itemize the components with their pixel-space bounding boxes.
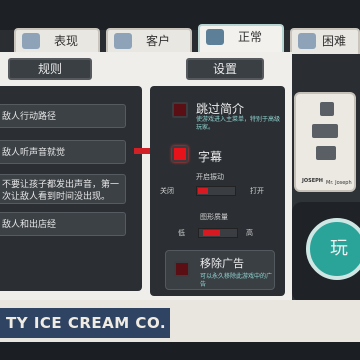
- tab-label: 客户: [145, 34, 170, 48]
- remove-ads-button[interactable]: 移除广告 可以永久移除此游戏中的广告: [165, 250, 275, 290]
- crate-icon: [312, 124, 338, 138]
- graphics-slider-fill: [203, 230, 220, 236]
- graphics-quality-label: 图形质量: [200, 213, 228, 221]
- settings-header-button[interactable]: 设置: [186, 58, 264, 80]
- tab-performance[interactable]: 表现: [14, 28, 100, 54]
- skip-intro-description: 使游戏进入主菜单，特别于高级玩家。: [196, 116, 281, 131]
- character-subtitle: Mr. Joseph: [326, 180, 352, 186]
- ice-cream-icon: [22, 33, 40, 49]
- skip-intro-label: 跳过简介: [196, 102, 245, 116]
- tab-label: 正常: [237, 30, 262, 44]
- rule-item: 敌人行动路径: [0, 104, 126, 128]
- cone-icon: [114, 33, 132, 49]
- bottom-background: [0, 342, 360, 360]
- graphics-high-label: 高: [246, 229, 253, 237]
- rule-item: 不要让孩子都发出声音，第一次让敌人看到时间没出现。: [0, 174, 126, 204]
- rule-item: 敌人听声音就觉: [0, 140, 126, 164]
- vibration-slider-fill: [198, 188, 208, 194]
- play-button[interactable]: 玩: [306, 218, 360, 280]
- remove-ads-description: 可以永久移除此游戏中的广告: [200, 273, 273, 288]
- remove-ads-checkbox[interactable]: [174, 261, 190, 277]
- vibration-label: 开启振动: [196, 173, 224, 181]
- trophy-icon: [298, 33, 316, 49]
- subtitles-checkbox[interactable]: [172, 146, 188, 162]
- tab-label: 表现: [53, 34, 78, 48]
- crate-icon: [320, 102, 334, 116]
- brand-strip: TY ICE CREAM CO.: [0, 300, 360, 342]
- tab-normal[interactable]: 正常: [198, 24, 284, 54]
- vibration-off-label: 关闭: [160, 187, 174, 195]
- subtitles-label: 字幕: [198, 150, 223, 164]
- tab-customers[interactable]: 客户: [106, 28, 192, 54]
- tab-hard[interactable]: 困难: [290, 28, 360, 54]
- rules-header-button[interactable]: 规则: [8, 58, 92, 80]
- brand-logo-text: TY ICE CREAM CO.: [0, 308, 170, 338]
- vibration-slider[interactable]: [196, 186, 236, 196]
- graphics-low-label: 低: [178, 229, 185, 237]
- recipe-icon: [206, 29, 224, 45]
- remove-ads-label: 移除广告: [200, 257, 244, 270]
- skip-intro-checkbox[interactable]: [172, 102, 188, 118]
- graphics-quality-slider[interactable]: [198, 228, 238, 238]
- character-card[interactable]: JOSEPH Mr. Joseph: [294, 92, 356, 192]
- mode-tabs: 表现 客户 正常 困难: [0, 24, 360, 54]
- vibration-on-label: 打开: [250, 187, 264, 195]
- rule-item: 敌人和出店经: [0, 212, 126, 236]
- crate-icon: [316, 146, 336, 160]
- character-name: JOSEPH: [302, 178, 323, 184]
- panel-divider: [134, 148, 150, 154]
